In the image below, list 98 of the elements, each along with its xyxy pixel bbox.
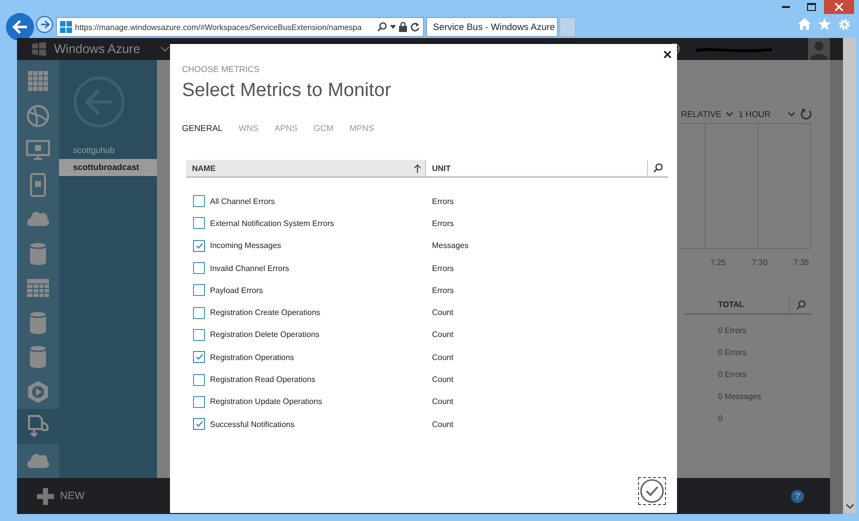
dialog-subtitle: CHOOSE METRICS xyxy=(182,64,260,74)
search-icon[interactable] xyxy=(377,22,387,32)
metric-name: Invalid Channel Errors xyxy=(210,264,290,273)
metric-unit: Count xyxy=(432,375,454,384)
period-dropdown[interactable]: 1 HOUR xyxy=(738,109,771,119)
metric-name: External Notification System Errors xyxy=(210,218,336,228)
grid-icon xyxy=(26,69,50,94)
new-button[interactable]: NEW xyxy=(37,488,84,504)
document-icon xyxy=(26,414,50,438)
tab[interactable]: APNS xyxy=(274,123,298,133)
brand-name: Windows Azure xyxy=(54,42,140,56)
checkbox[interactable] xyxy=(193,418,205,430)
table-cell-text: 0 Messages xyxy=(717,391,762,403)
star-icon[interactable] xyxy=(818,18,831,30)
checkbox[interactable] xyxy=(193,240,205,252)
play-icon xyxy=(26,380,50,404)
column-header[interactable]: UNIT xyxy=(426,160,648,176)
axis-tick-label: 7:35 xyxy=(793,258,809,267)
lock-icon xyxy=(399,22,407,32)
forward-button[interactable] xyxy=(36,16,53,33)
metric-name: Incoming Messages xyxy=(210,241,282,250)
checkbox[interactable] xyxy=(193,217,205,230)
avatar-icon[interactable] xyxy=(808,38,830,60)
metric-unit: Errors xyxy=(432,218,454,228)
globe-icon xyxy=(26,104,50,128)
arrow-left-icon xyxy=(12,20,28,34)
table-cell-text: 0 Errors xyxy=(717,325,748,337)
metric-unit: Count xyxy=(432,308,454,318)
windows-logo-icon xyxy=(32,42,46,56)
close-button[interactable] xyxy=(663,50,672,59)
sort-ascending-icon xyxy=(414,164,421,172)
windows-logo-icon xyxy=(60,21,72,33)
tab-title: Service Bus - Windows Azure xyxy=(433,22,555,32)
address-text: https://manage.windowsazure.com/#Workspaces/ServiceBusExtension/namespa xyxy=(75,22,363,32)
metric-unit: Count xyxy=(432,352,454,362)
settings-icon[interactable] xyxy=(838,18,851,31)
confirm-button[interactable] xyxy=(638,477,666,505)
minimize-icon xyxy=(782,6,790,8)
column-header[interactable]: NAME xyxy=(186,160,426,176)
checkbox[interactable] xyxy=(193,328,205,341)
axis-tick-label: 7:25 xyxy=(710,258,726,267)
axis-tick-label: 7:30 xyxy=(752,258,768,267)
check-icon xyxy=(196,421,202,428)
checkbox[interactable] xyxy=(193,351,205,364)
checkbox[interactable] xyxy=(193,374,205,386)
back-button[interactable] xyxy=(6,13,34,41)
checkbox[interactable] xyxy=(193,396,205,408)
check-icon xyxy=(196,354,202,360)
search-icon[interactable] xyxy=(653,163,663,173)
metric-unit: Errors xyxy=(432,286,454,295)
tab[interactable]: WNS xyxy=(238,123,258,133)
chevron-down-icon[interactable] xyxy=(160,46,170,52)
check-icon xyxy=(196,242,202,249)
address-bar[interactable]: https://manage.windowsazure.com/#Workspaces/ServiceBusExtension/namespa xyxy=(56,17,424,37)
refresh-icon[interactable] xyxy=(410,22,420,32)
metric-name: Payload Errors xyxy=(210,286,264,295)
scrollbar[interactable] xyxy=(843,38,856,513)
metric-name: Registration Create Operations xyxy=(210,308,322,318)
metric-name: Registration Read Operations xyxy=(210,375,316,384)
metric-name: Successful Notifications xyxy=(210,420,296,429)
range-dropdown[interactable]: RELATIVE xyxy=(681,109,722,119)
plus-icon xyxy=(37,488,54,504)
metric-name: Registration Update Operations xyxy=(210,397,324,406)
metric-name: Registration Operations xyxy=(210,352,296,362)
metric-unit: Count xyxy=(432,397,454,406)
tab[interactable]: MPNS xyxy=(349,123,374,133)
nav-list-item[interactable]: scottguhub xyxy=(59,142,157,159)
checkbox[interactable] xyxy=(193,284,205,296)
arrow-right-icon xyxy=(40,20,50,29)
close-window-button[interactable] xyxy=(824,0,854,14)
help-button[interactable]: ? xyxy=(791,490,804,502)
nav-list-item[interactable]: scottubroadcast xyxy=(59,159,157,176)
dropdown-caret-icon[interactable] xyxy=(390,25,396,29)
browser-tab[interactable]: Service Bus - Windows Azure xyxy=(426,17,558,37)
nav-rail-item[interactable] xyxy=(17,409,59,444)
maximize-icon xyxy=(806,2,816,10)
metric-name: All Channel Errors xyxy=(210,196,276,206)
close-icon xyxy=(835,2,843,10)
checkbox[interactable] xyxy=(193,262,205,274)
checkbox[interactable] xyxy=(193,195,205,208)
tab[interactable]: GENERAL xyxy=(182,123,223,133)
metric-name: Registration Delete Operations xyxy=(210,330,320,340)
close-icon xyxy=(664,51,671,58)
checkbox[interactable] xyxy=(193,306,205,319)
tab[interactable]: GCM xyxy=(314,123,334,133)
check-circle-icon xyxy=(640,479,664,503)
dialog-title: Select Metrics to Monitor xyxy=(182,80,392,102)
metric-unit: Errors xyxy=(432,196,454,206)
metric-unit: Errors xyxy=(432,264,454,273)
metric-unit: Count xyxy=(432,330,454,340)
table-cell-text: 0 Errors xyxy=(717,369,748,381)
table-cell-text: 0 Errors xyxy=(717,347,748,359)
home-icon[interactable] xyxy=(798,18,811,30)
metric-unit: Count xyxy=(432,420,454,429)
monitor-icon xyxy=(26,138,50,162)
column-header[interactable]: TOTAL xyxy=(685,297,790,313)
table-cell-text: 0 xyxy=(717,413,724,425)
metric-unit: Messages xyxy=(432,241,468,250)
